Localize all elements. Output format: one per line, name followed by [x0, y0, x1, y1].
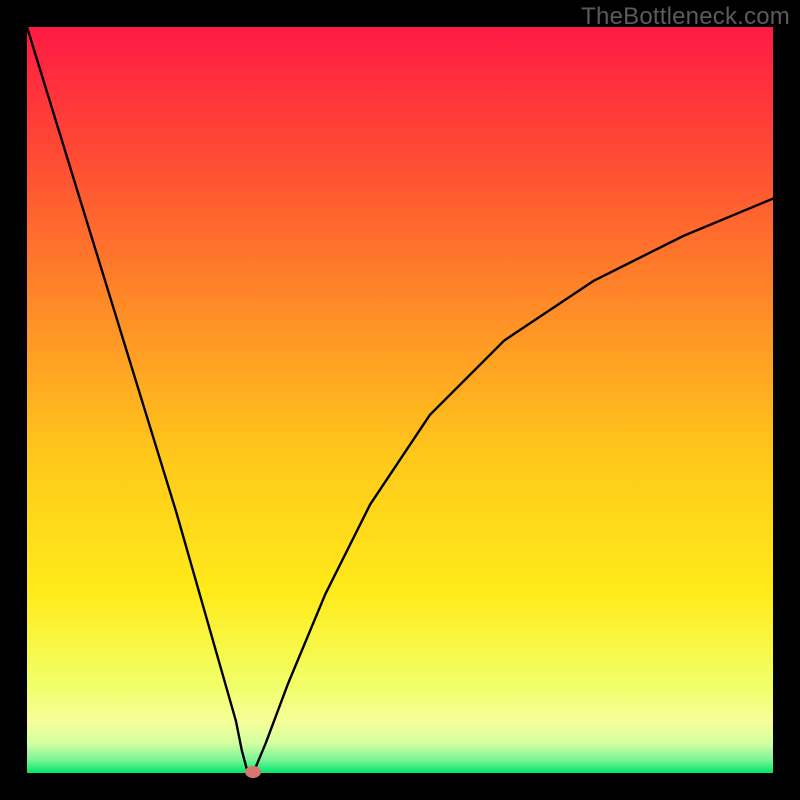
plot-area	[27, 27, 773, 773]
plot-svg	[27, 27, 773, 773]
gradient-background	[27, 27, 773, 773]
current-point-marker	[245, 766, 261, 778]
chart-frame: TheBottleneck.com	[0, 0, 800, 800]
